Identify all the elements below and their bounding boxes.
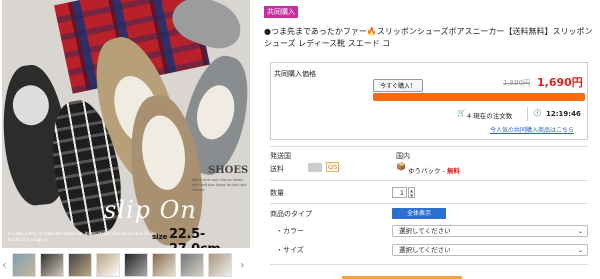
quantity-input[interactable]: 1 — [392, 187, 407, 198]
popular-group-buy-link[interactable]: 今人気の共同購入商品はこちら — [490, 125, 574, 134]
product-detail-panel: 共同購入 ●つま先まであったかファー🔥スリッポンシューズボアスニーカー【送料無料… — [262, 0, 600, 279]
thumbnail[interactable] — [12, 253, 36, 277]
quantity-label: 数量 — [270, 189, 284, 197]
sale-price: 1,690円 — [537, 76, 583, 89]
original-price: 1,890円 — [503, 79, 531, 87]
product-title: ●つま先まであったかファー🔥スリッポンシューズボアスニーカー【送料無料】スリッポ… — [264, 27, 593, 48]
shoes-description: Warm and cozy slip-on shoes with soft bo… — [192, 178, 247, 192]
clock-icon: 🕐 — [533, 109, 542, 117]
product-type-label: 商品のタイプ — [270, 210, 312, 218]
divider — [270, 180, 588, 181]
order-count: 4 現在の注文数 — [467, 112, 513, 120]
carrier-name: ゆうパック - — [408, 167, 445, 175]
divider — [270, 264, 588, 265]
group-buy-price-label: 共同購入価格 — [274, 70, 316, 78]
box-icon: 📦 — [396, 162, 406, 171]
shipping-fee-label: 送料 — [270, 165, 284, 173]
truck-icon — [308, 163, 322, 172]
size-label: ・サイズ — [276, 246, 304, 254]
color-select-value: 選択してください — [399, 227, 451, 235]
free-shipping: 無料 — [447, 167, 460, 175]
chevron-down-icon: ⌄ — [577, 247, 583, 254]
quantity-stepper[interactable]: ▲ ▼ — [408, 187, 415, 198]
thumbnail[interactable] — [152, 253, 176, 277]
origin-value: 国内 — [396, 152, 410, 160]
progress-fill — [373, 93, 585, 101]
color-select[interactable]: 選択してください ⌄ — [392, 225, 588, 237]
origin-label: 発送国 — [270, 152, 291, 160]
divider — [270, 203, 588, 204]
size-range: 22.5-27.0cm — [169, 227, 221, 248]
thumbnail[interactable] — [208, 253, 232, 277]
size-select[interactable]: 選択してください ⌄ — [392, 244, 588, 256]
size-label: size — [152, 233, 168, 241]
thumbnail[interactable] — [96, 253, 120, 277]
thumbnail[interactable] — [68, 253, 92, 277]
thumbnail[interactable] — [40, 253, 64, 277]
image-caption: It's also pretty to make the whole Fur. … — [8, 231, 157, 242]
product-gallery: SHOES Warm and cozy slip-on shoes with s… — [0, 0, 252, 279]
buy-now-button[interactable]: 今すぐ購入！ — [373, 79, 424, 92]
group-buy-progress — [373, 93, 585, 101]
thumbnail-strip: ‹ › — [0, 252, 252, 278]
next-arrow-icon[interactable]: › — [240, 258, 245, 272]
cart-icon: 🛒 — [457, 109, 466, 117]
thumbnail[interactable] — [180, 253, 204, 277]
main-product-image[interactable]: SHOES Warm and cozy slip-on shoes with s… — [2, 0, 250, 248]
color-label: ・カラー — [276, 227, 304, 235]
slip-on-text: slip On — [104, 196, 197, 224]
divider — [527, 107, 528, 121]
show-all-button[interactable]: 全体表示 — [392, 208, 446, 219]
divider — [270, 146, 588, 147]
group-buy-box: 共同購入価格 今すぐ購入！ 1,890円 1,690円 🛒 4 現在の注文数 🕐… — [270, 62, 588, 140]
group-buy-badge: 共同購入 — [264, 6, 298, 18]
shoes-tag: SHOES — [208, 165, 249, 176]
qs-badge: QS — [326, 162, 340, 172]
size-select-value: 選択してください — [399, 246, 451, 254]
prev-arrow-icon[interactable]: ‹ — [2, 258, 7, 272]
chevron-down-icon: ⌄ — [577, 228, 583, 235]
thumbnail[interactable] — [124, 253, 148, 277]
carrier-info: ゆうパック - 無料 — [408, 165, 460, 175]
countdown-timer: 12:19:46 — [546, 110, 581, 118]
